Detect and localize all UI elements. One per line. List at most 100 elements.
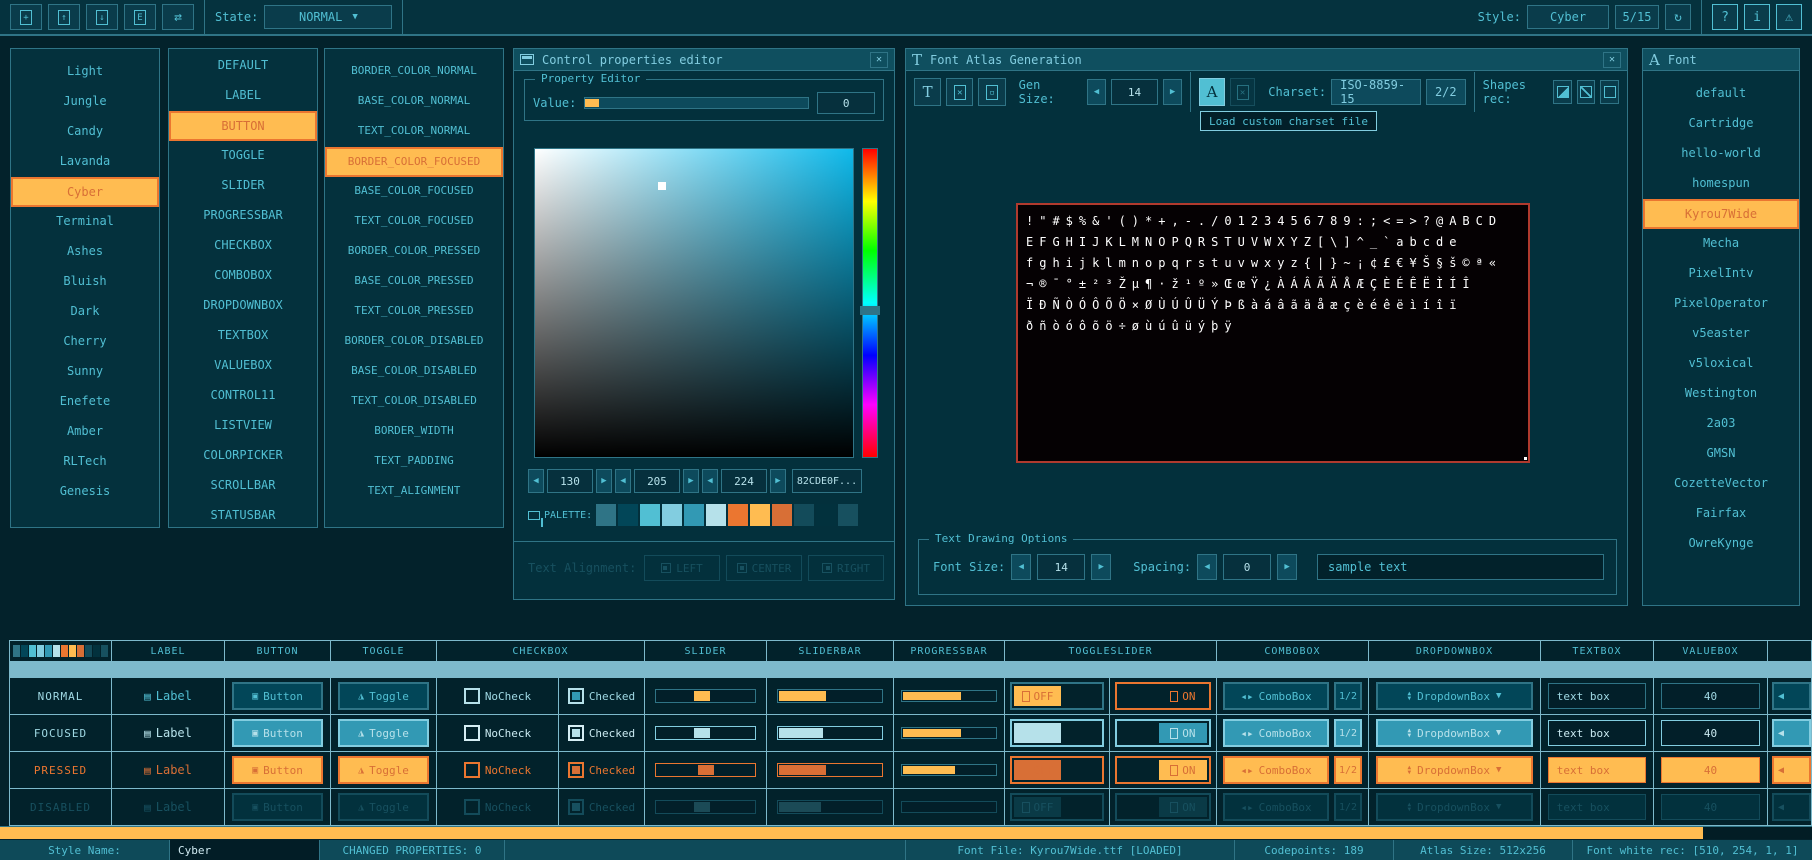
new-style-button[interactable]: + [10, 4, 42, 30]
window-titlebar[interactable]: T Font Atlas Generation ✕ [906, 49, 1627, 71]
theme-list-item[interactable]: Lavanda [11, 147, 159, 177]
font-size-value[interactable]: 14 [1037, 554, 1085, 580]
checkbox-checked[interactable] [568, 688, 584, 704]
shapes-rec-outline-button[interactable] [1600, 80, 1619, 104]
spinner-partial[interactable]: ◀ [1772, 756, 1811, 784]
window-titlebar[interactable]: Control properties editor ✕ [514, 49, 894, 71]
value-box[interactable]: 0 [817, 92, 875, 114]
export-atlas-image-button[interactable]: ▫ [978, 78, 1005, 106]
blue-increase-button[interactable]: ▶ [770, 469, 786, 493]
button-sample[interactable]: ▣Button [232, 719, 322, 747]
shapes-rec-fill-button[interactable] [1553, 80, 1572, 104]
font-list-item[interactable]: CozetteVector [1643, 469, 1799, 499]
palette-swatch[interactable] [640, 504, 660, 526]
font-list-item[interactable]: Kyrou7Wide [1643, 199, 1799, 229]
close-icon[interactable]: ✕ [870, 52, 888, 68]
theme-list-item[interactable]: Bluish [11, 267, 159, 297]
close-icon[interactable]: ✕ [1603, 52, 1621, 68]
palette-swatch[interactable] [618, 504, 638, 526]
font-list-item[interactable]: Fairfax [1643, 499, 1799, 529]
info-button[interactable]: i [1744, 4, 1770, 30]
red-value-box[interactable]: 130 [547, 469, 593, 493]
palette-swatch[interactable] [596, 504, 616, 526]
textbox-sample[interactable]: text box [1548, 757, 1647, 783]
toggleslider-off-sample[interactable]: OFF [1010, 756, 1104, 784]
spacing-decrease-button[interactable]: ◀ [1197, 554, 1217, 580]
textbox-sample[interactable]: text box [1548, 720, 1647, 746]
sliderbar-sample[interactable] [777, 763, 883, 777]
slider-handle[interactable] [585, 99, 599, 107]
checkbox-checked[interactable] [568, 762, 584, 778]
load-font-button[interactable]: T [914, 78, 941, 106]
blue-decrease-button[interactable]: ◀ [702, 469, 718, 493]
toggle-sample[interactable]: ◮Toggle [338, 756, 428, 784]
font-list-item[interactable]: PixelIntv [1643, 259, 1799, 289]
control-list-item[interactable]: PROGRESSBAR [169, 201, 317, 231]
property-list-item[interactable]: BASE_COLOR_DISABLED [325, 357, 503, 387]
dropdownbox-sample[interactable]: ▲▼DropdownBox▼ [1376, 682, 1533, 710]
font-list-item[interactable]: Cartridge [1643, 109, 1799, 139]
property-list-item[interactable]: BORDER_COLOR_FOCUSED [325, 147, 503, 177]
value-slider[interactable] [584, 97, 809, 109]
slider-sample[interactable] [655, 689, 757, 703]
hue-bar[interactable] [862, 148, 878, 458]
dropdownbox-sample[interactable]: ▲▼DropdownBox▼ [1376, 756, 1533, 784]
palette-swatch[interactable] [684, 504, 704, 526]
theme-list-item[interactable]: Dark [11, 297, 159, 327]
valuebox-sample[interactable]: 40 [1661, 757, 1760, 783]
control-list-item[interactable]: TEXTBOX [169, 321, 317, 351]
property-list-item[interactable]: TEXT_ALIGNMENT [325, 477, 503, 507]
red-increase-button[interactable]: ▶ [596, 469, 612, 493]
property-list-item[interactable]: BORDER_WIDTH [325, 417, 503, 447]
combobox-sample[interactable]: ◂▸ComboBox [1223, 756, 1329, 784]
style-name-button[interactable]: Cyber [1527, 5, 1609, 29]
theme-list-item[interactable]: Cherry [11, 327, 159, 357]
shapes-rec-slash-button[interactable] [1577, 80, 1596, 104]
control-list-item[interactable]: CHECKBOX [169, 231, 317, 261]
font-list-item[interactable]: v5easter [1643, 319, 1799, 349]
save-style-button[interactable]: ↓ [86, 4, 118, 30]
style-name-input[interactable]: Cyber [170, 840, 320, 860]
palette-swatch[interactable] [728, 504, 748, 526]
control-list-item[interactable]: LISTVIEW [169, 411, 317, 441]
hex-value-box[interactable]: 82CDE0F... [792, 469, 862, 493]
align-right-button[interactable]: RIGHT [808, 555, 884, 581]
button-sample[interactable]: ▣Button [232, 756, 322, 784]
align-left-button[interactable]: LEFT [644, 555, 720, 581]
control-list-item[interactable]: BUTTON [169, 111, 317, 141]
font-list-item[interactable]: 2a03 [1643, 409, 1799, 439]
palette-swatch[interactable] [794, 504, 814, 526]
property-list-item[interactable]: BASE_COLOR_PRESSED [325, 267, 503, 297]
hue-cursor[interactable] [860, 306, 880, 315]
green-increase-button[interactable]: ▶ [683, 469, 699, 493]
slider-sample[interactable] [655, 726, 757, 740]
checkbox-unchecked[interactable] [464, 688, 480, 704]
green-value-box[interactable]: 205 [634, 469, 680, 493]
toggle-sample[interactable]: ◮Toggle [338, 682, 428, 710]
green-decrease-button[interactable]: ◀ [615, 469, 631, 493]
slider-handle[interactable] [694, 728, 710, 738]
font-list-item[interactable]: v5loxical [1643, 349, 1799, 379]
control-list-item[interactable]: STATUSBAR [169, 501, 317, 531]
property-list-item[interactable]: TEXT_COLOR_DISABLED [325, 387, 503, 417]
state-dropdown[interactable]: NORMAL ▼ [264, 5, 392, 29]
control-list-item[interactable]: LABEL [169, 81, 317, 111]
palette-swatch[interactable] [662, 504, 682, 526]
toggleslider-on-sample[interactable]: ON [1115, 719, 1210, 747]
font-list-item[interactable]: Westington [1643, 379, 1799, 409]
property-list-item[interactable]: BASE_COLOR_FOCUSED [325, 177, 503, 207]
checkbox-unchecked[interactable] [464, 762, 480, 778]
toggle-sample[interactable]: ◮Toggle [338, 719, 428, 747]
combobox-counter[interactable]: 1/2 [1334, 756, 1362, 784]
control-list-item[interactable]: TOGGLE [169, 141, 317, 171]
valuebox-sample[interactable]: 40 [1661, 683, 1760, 709]
font-list-item[interactable]: PixelOperator [1643, 289, 1799, 319]
control-list-item[interactable]: SCROLLBAR [169, 471, 317, 501]
checkbox-checked[interactable] [568, 725, 584, 741]
reload-style-button[interactable]: ↻ [1665, 4, 1691, 30]
combobox-counter[interactable]: 1/2 [1334, 719, 1362, 747]
palette-swatch[interactable] [772, 504, 792, 526]
gen-size-decrease-button[interactable]: ◀ [1087, 79, 1106, 105]
toggleslider-off-sample[interactable]: OFF [1010, 719, 1104, 747]
property-list-item[interactable]: TEXT_COLOR_FOCUSED [325, 207, 503, 237]
